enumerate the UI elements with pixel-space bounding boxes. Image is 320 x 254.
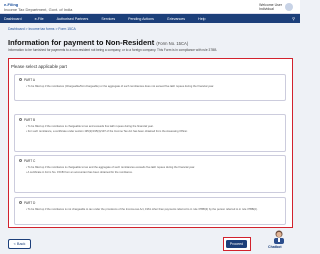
part-selection-panel: Please select applicable part PART A To … <box>8 58 293 228</box>
chatbot-label: Chatbot <box>268 245 282 249</box>
back-button[interactable]: < Back <box>8 239 31 249</box>
search-icon[interactable]: ⚲ <box>292 16 295 21</box>
avatar[interactable] <box>285 3 293 11</box>
top-header: e-Filing Income Tax Department, Govt. of… <box>0 0 300 14</box>
part-a-description: To be filled up if the remittance (Charg… <box>26 85 280 90</box>
proceed-button[interactable]: Proceed <box>226 240 247 248</box>
part-d-description: To be filled up if the remittance is not… <box>26 208 280 213</box>
page-title-text: Information for payment to Non-Resident <box>8 38 155 47</box>
nav-services[interactable]: Services <box>101 17 115 21</box>
part-d-option[interactable]: PART D To be filled up if the remittance… <box>14 197 286 225</box>
user-role: Individual <box>259 7 274 11</box>
part-b-option[interactable]: PART B To be filled up if the remittance… <box>14 114 286 152</box>
part-c-bullet: A certificate in Form No. 15CB from an a… <box>26 171 280 174</box>
part-d-radio[interactable] <box>19 201 22 204</box>
part-a-option[interactable]: PART A To be filled up if the remittance… <box>14 74 286 101</box>
nav-efile[interactable]: e-File <box>35 17 44 21</box>
page-description: Information to be furnished for payments… <box>8 48 218 52</box>
part-a-label: PART A <box>24 77 35 82</box>
part-c-bullet: To be filled up if the remittance is cha… <box>26 166 280 169</box>
user-info[interactable]: Welcome User Individual <box>259 3 282 11</box>
part-c-description: To be filled up if the remittance is cha… <box>26 166 280 175</box>
breadcrumb-dashboard[interactable]: Dashboard <box>8 27 25 31</box>
part-b-bullet: To be filled up if the remittance is cha… <box>26 125 280 128</box>
chatbot-avatar-icon <box>274 230 284 244</box>
part-a-radio[interactable] <box>19 78 22 81</box>
nav-grievances[interactable]: Grievances <box>167 17 185 21</box>
part-d-label: PART D <box>24 200 36 205</box>
form-number: (Form No. 15CA) <box>156 41 189 46</box>
proceed-button-highlight: Proceed <box>223 237 251 251</box>
nav-authorised-partners[interactable]: Authorised Partners <box>57 17 89 21</box>
nav-pending-actions[interactable]: Pending Actions <box>128 17 154 21</box>
part-b-radio[interactable] <box>19 118 22 121</box>
nav-dashboard[interactable]: Dashboard <box>4 17 22 21</box>
part-b-description: To be filled up if the remittance is cha… <box>26 125 280 134</box>
page-title: Information for payment to Non-Resident … <box>8 38 188 47</box>
part-b-label: PART B <box>24 117 36 122</box>
chatbot-widget[interactable]: Chatbot <box>264 229 295 251</box>
part-c-label: PART C <box>24 158 36 163</box>
part-c-radio[interactable] <box>19 159 22 162</box>
part-b-bullet: For such remittance, a certificate under… <box>26 130 280 133</box>
part-d-bullet: To be filled up if the remittance is not… <box>26 208 280 211</box>
logo-subtitle: Income Tax Department, Govt. of India <box>4 7 73 12</box>
nav-help[interactable]: Help <box>198 17 205 21</box>
breadcrumb-forms[interactable]: Income tax forms <box>28 27 54 31</box>
panel-heading: Please select applicable part <box>11 64 67 69</box>
main-nav: Dashboard e-File Authorised Partners Ser… <box>0 14 300 23</box>
logo[interactable]: e-Filing Income Tax Department, Govt. of… <box>4 2 72 12</box>
breadcrumb-current: Form 15CA <box>58 27 76 31</box>
part-c-option[interactable]: PART C To be filled up if the remittance… <box>14 155 286 193</box>
part-a-bullet: To be filled up if the remittance (Charg… <box>26 85 280 88</box>
breadcrumb: Dashboard > Income tax forms > Form 15CA <box>8 27 76 31</box>
